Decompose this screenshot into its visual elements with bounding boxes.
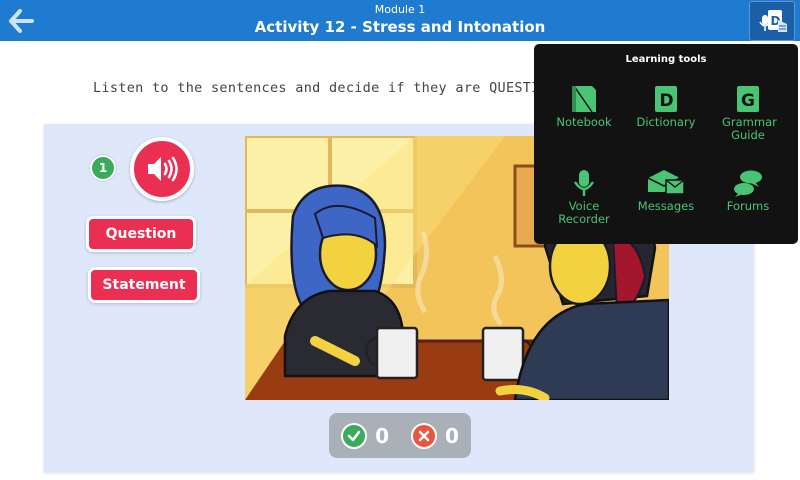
learning-tools-icon: D <box>759 10 787 32</box>
svg-text:G: G <box>741 91 755 111</box>
forums-icon <box>734 170 762 197</box>
correct-score: 0 <box>341 422 389 449</box>
wrong-x-icon <box>411 422 437 449</box>
messages-icon <box>647 170 685 195</box>
svg-text:D: D <box>660 91 674 111</box>
wrong-score: 0 <box>411 422 459 449</box>
activity-title: Activity 12 - Stress and Intonation <box>254 18 546 36</box>
tool-grammar-guide[interactable]: G Grammar Guide <box>706 84 790 142</box>
correct-count: 0 <box>375 423 389 448</box>
tool-notebook[interactable]: Notebook <box>542 84 626 129</box>
tool-label-voice-recorder: Voice Recorder <box>558 199 610 226</box>
question-button[interactable]: Question <box>86 216 196 252</box>
tool-dictionary[interactable]: D Dictionary <box>624 84 708 129</box>
learning-tools-title: Learning tools <box>625 54 707 65</box>
top-bar: Module 1 Activity 12 - Stress and Intona… <box>0 0 800 41</box>
dictionary-icon: D <box>655 86 677 112</box>
title-block: Module 1 Activity 12 - Stress and Intona… <box>0 3 800 37</box>
correct-check-icon <box>341 422 368 449</box>
learning-tools-panel: Learning tools Notebook D Dictionary G G… <box>534 44 798 244</box>
grammar-guide-icon: G <box>737 86 759 112</box>
module-label: Module 1 <box>374 3 426 16</box>
item-number-badge: 1 <box>90 155 116 181</box>
statement-button[interactable]: Statement <box>88 267 200 303</box>
tool-label-forums: Forums <box>726 199 770 213</box>
score-box: 0 0 <box>329 413 471 458</box>
tool-label-grammar-guide: Grammar Guide <box>722 115 777 142</box>
play-audio-button[interactable] <box>130 137 194 201</box>
tool-label-dictionary: Dictionary <box>636 115 696 129</box>
wrong-count: 0 <box>445 423 459 448</box>
microphone-icon <box>573 170 595 196</box>
learning-tools-button[interactable]: D <box>749 1 795 41</box>
notebook-icon <box>572 85 596 113</box>
tool-messages[interactable]: Messages <box>624 168 708 213</box>
tool-voice-recorder[interactable]: Voice Recorder <box>542 168 626 226</box>
tool-label-notebook: Notebook <box>556 115 612 129</box>
tool-label-messages: Messages <box>637 199 695 213</box>
speaker-icon <box>148 156 178 182</box>
tool-forums[interactable]: Forums <box>706 168 790 213</box>
